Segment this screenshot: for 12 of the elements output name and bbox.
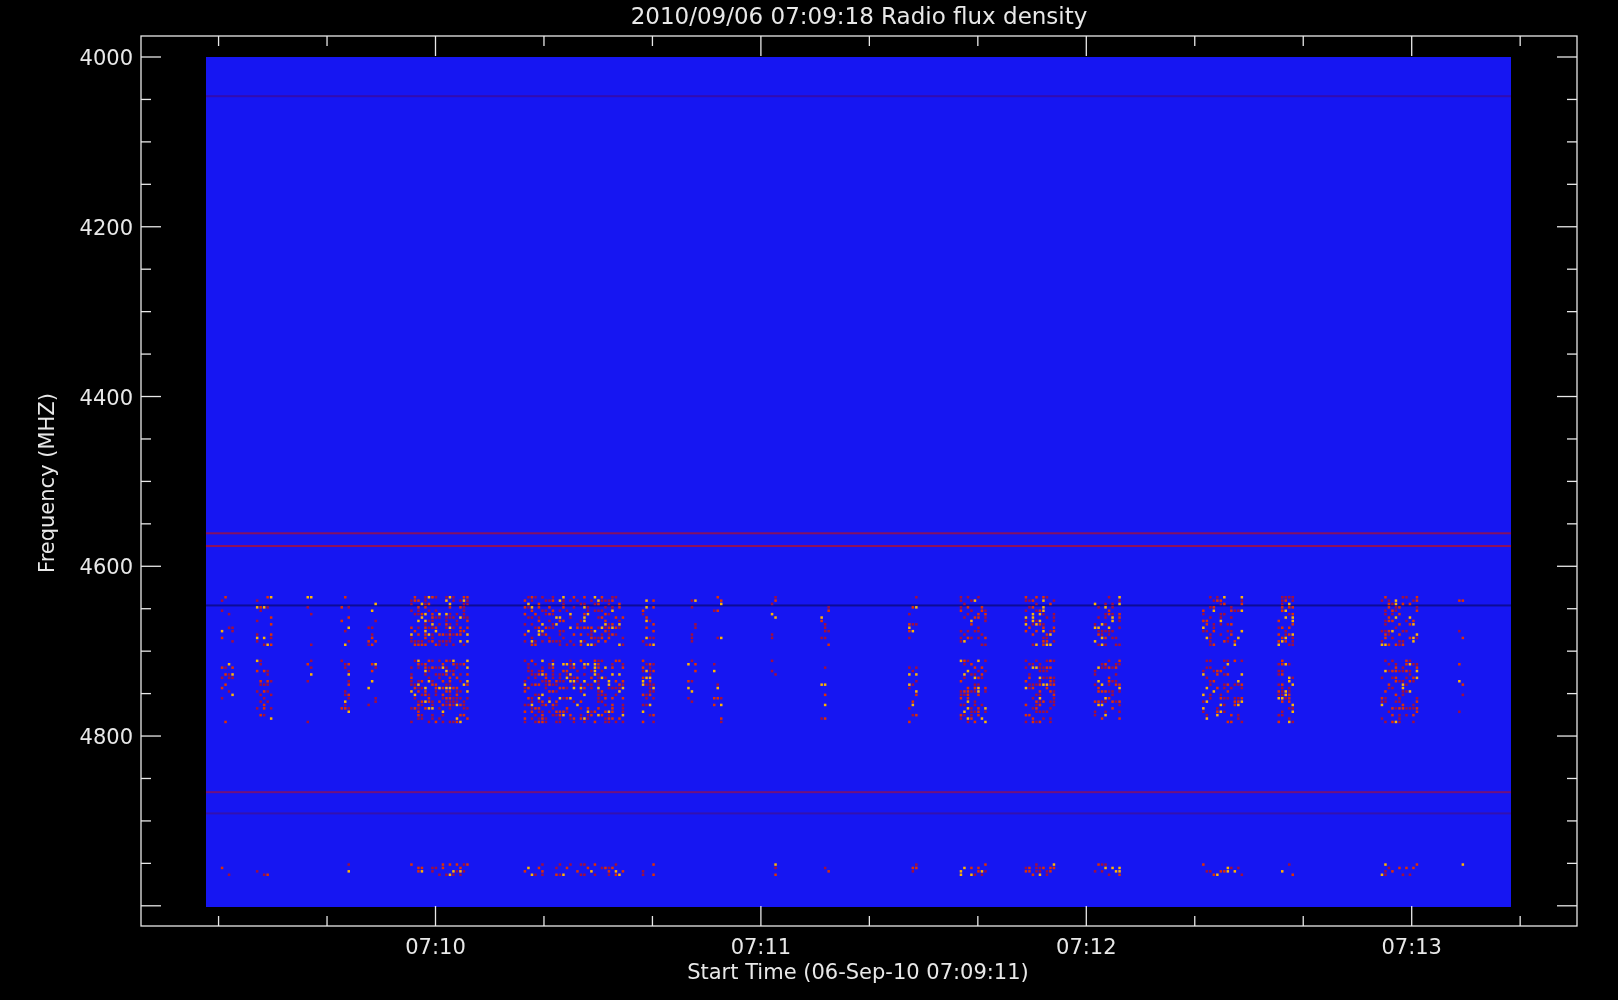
x-tick-label: 07:10 — [405, 935, 466, 959]
x-tick-label: 07:11 — [730, 935, 792, 959]
y-tick-label: 4200 — [79, 215, 133, 240]
x-axis-label: Start Time (06-Sep-10 07:09:11) — [687, 960, 1029, 984]
x-tick-label: 07:13 — [1381, 935, 1442, 959]
y-tick-label: 4400 — [79, 385, 133, 410]
y-tick-label: 4800 — [79, 725, 133, 749]
y-axis-label: Frequency (MHZ) — [35, 393, 59, 573]
y-tick-label: 4600 — [79, 555, 133, 580]
y-tick-label: 4000 — [79, 46, 133, 70]
x-tick-label: 07:12 — [1056, 935, 1117, 959]
plot-title: 2010/09/06 07:09:18 Radio flux density — [630, 3, 1088, 29]
